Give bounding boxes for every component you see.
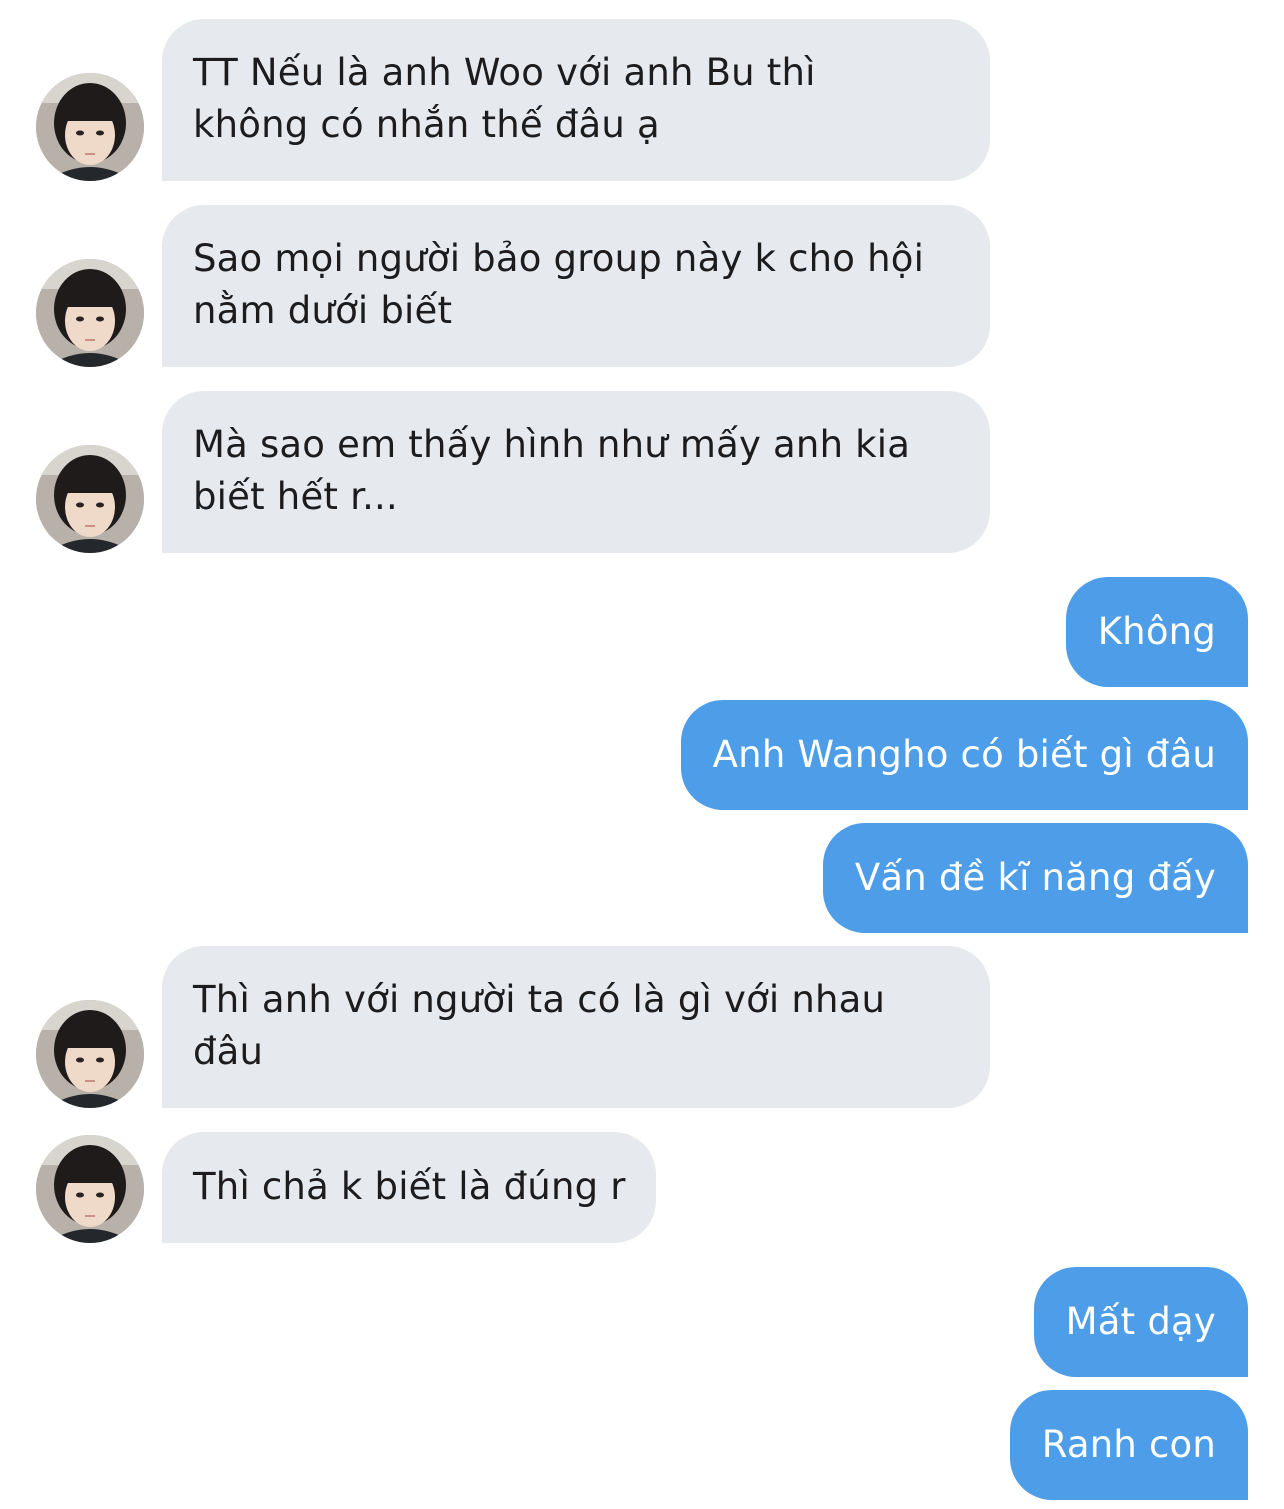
contact-avatar[interactable] [36, 1000, 144, 1108]
outgoing-message-bubble[interactable]: Vấn đề kĩ năng đấy [822, 823, 1248, 933]
incoming-message-bubble[interactable]: Thì chả k biết là đúng r [162, 1132, 656, 1243]
message-text-line: Mất dạy [1065, 1300, 1216, 1343]
incoming-message-bubble[interactable]: Thì anh với người ta có là gì với nhau đ… [162, 946, 990, 1108]
incoming-message-bubble[interactable]: Sao mọi người bảo group này k cho hội nằ… [162, 205, 990, 367]
message-text-line: Ranh con [1041, 1423, 1216, 1466]
message-text-line: Thì anh với người ta có là gì với nhau [193, 978, 886, 1021]
chat-thread: TT Nếu là anh Woo với anh Bu thì không c… [0, 0, 1284, 1509]
avatar-photo-icon [36, 1000, 144, 1108]
message-text-line: Sao mọi người bảo group này k cho hội [193, 237, 925, 280]
avatar-photo-icon [36, 1135, 144, 1243]
message-text-line: Mà sao em thấy hình như mấy anh kia [193, 423, 911, 466]
contact-avatar[interactable] [36, 445, 144, 553]
message-text-line: nằm dưới biết [193, 289, 453, 332]
outgoing-message-bubble[interactable]: Không [1065, 577, 1248, 687]
message-text-line: Anh Wangho có biết gì đâu [712, 733, 1216, 776]
avatar-photo-icon [36, 73, 144, 181]
outgoing-message-bubble[interactable]: Mất dạy [1033, 1267, 1248, 1377]
message-text-line: TT Nếu là anh Woo với anh Bu thì [193, 51, 816, 94]
contact-avatar[interactable] [36, 259, 144, 367]
message-text-line: biết hết r... [193, 475, 398, 518]
message-text-line: đâu [193, 1030, 264, 1073]
outgoing-message-bubble[interactable]: Anh Wangho có biết gì đâu [680, 700, 1248, 810]
message-text-line: Không [1097, 610, 1216, 653]
avatar-photo-icon [36, 259, 144, 367]
message-text-line: Vấn đề kĩ năng đấy [854, 856, 1216, 899]
avatar-photo-icon [36, 445, 144, 553]
incoming-message-bubble[interactable]: TT Nếu là anh Woo với anh Bu thì không c… [162, 19, 990, 181]
incoming-message-bubble[interactable]: Mà sao em thấy hình như mấy anh kia biết… [162, 391, 990, 553]
contact-avatar[interactable] [36, 73, 144, 181]
outgoing-message-bubble[interactable]: Ranh con [1009, 1390, 1248, 1500]
contact-avatar[interactable] [36, 1135, 144, 1243]
message-text-line: không có nhắn thế đâu ạ [193, 103, 660, 146]
message-text-line: Thì chả k biết là đúng r [193, 1165, 626, 1208]
